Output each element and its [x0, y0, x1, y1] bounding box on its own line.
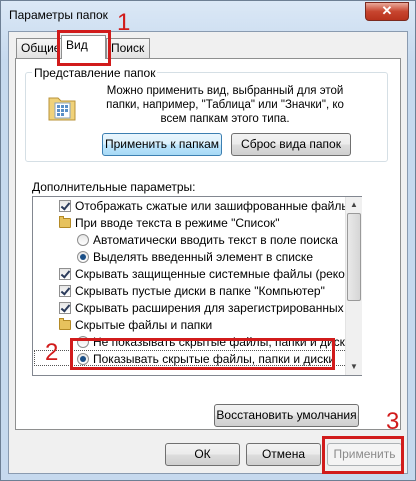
- scroll-down-arrow-icon[interactable]: ▼: [346, 359, 362, 375]
- folder-view-icon: [48, 97, 76, 121]
- annotation-number-1: 1: [117, 9, 131, 36]
- scrollbar-thumb[interactable]: [347, 213, 361, 301]
- folder-views-legend: Представление папок: [32, 66, 158, 80]
- folder-icon: [59, 318, 71, 330]
- advanced-settings-label: Дополнительные параметры:: [32, 180, 196, 194]
- cancel-button[interactable]: Отмена: [246, 443, 321, 466]
- reset-folders-button[interactable]: Сброс вида папок: [231, 133, 351, 156]
- tab-search[interactable]: Поиск: [106, 38, 150, 58]
- radio-button[interactable]: [77, 251, 89, 263]
- restore-defaults-button[interactable]: Восстановить умолчания: [214, 404, 359, 427]
- checkbox[interactable]: [59, 285, 71, 297]
- close-button[interactable]: ✕: [365, 2, 409, 21]
- radio-button[interactable]: [77, 234, 89, 246]
- vertical-scrollbar[interactable]: ▲ ▼: [345, 197, 362, 375]
- checkbox[interactable]: [59, 200, 71, 212]
- scroll-up-arrow-icon[interactable]: ▲: [346, 197, 362, 213]
- ok-button[interactable]: ОК: [165, 443, 240, 466]
- tab-general[interactable]: Общие: [16, 38, 62, 58]
- annotation-box-2: [70, 338, 335, 370]
- folder-icon: [59, 216, 71, 228]
- title-bar[interactable]: Параметры папок: [1, 1, 415, 29]
- window-title: Параметры папок: [9, 8, 108, 22]
- annotation-number-2: 2: [45, 339, 59, 366]
- folder-views-description: Можно применить вид, выбранный для этой …: [106, 85, 344, 125]
- annotation-box-1: [57, 30, 111, 66]
- annotation-box-3: [322, 436, 404, 474]
- apply-to-folders-button[interactable]: Применить к папкам: [102, 133, 222, 156]
- annotation-number-3: 3: [386, 408, 400, 435]
- checkbox[interactable]: [59, 268, 71, 280]
- checkbox[interactable]: [59, 302, 71, 314]
